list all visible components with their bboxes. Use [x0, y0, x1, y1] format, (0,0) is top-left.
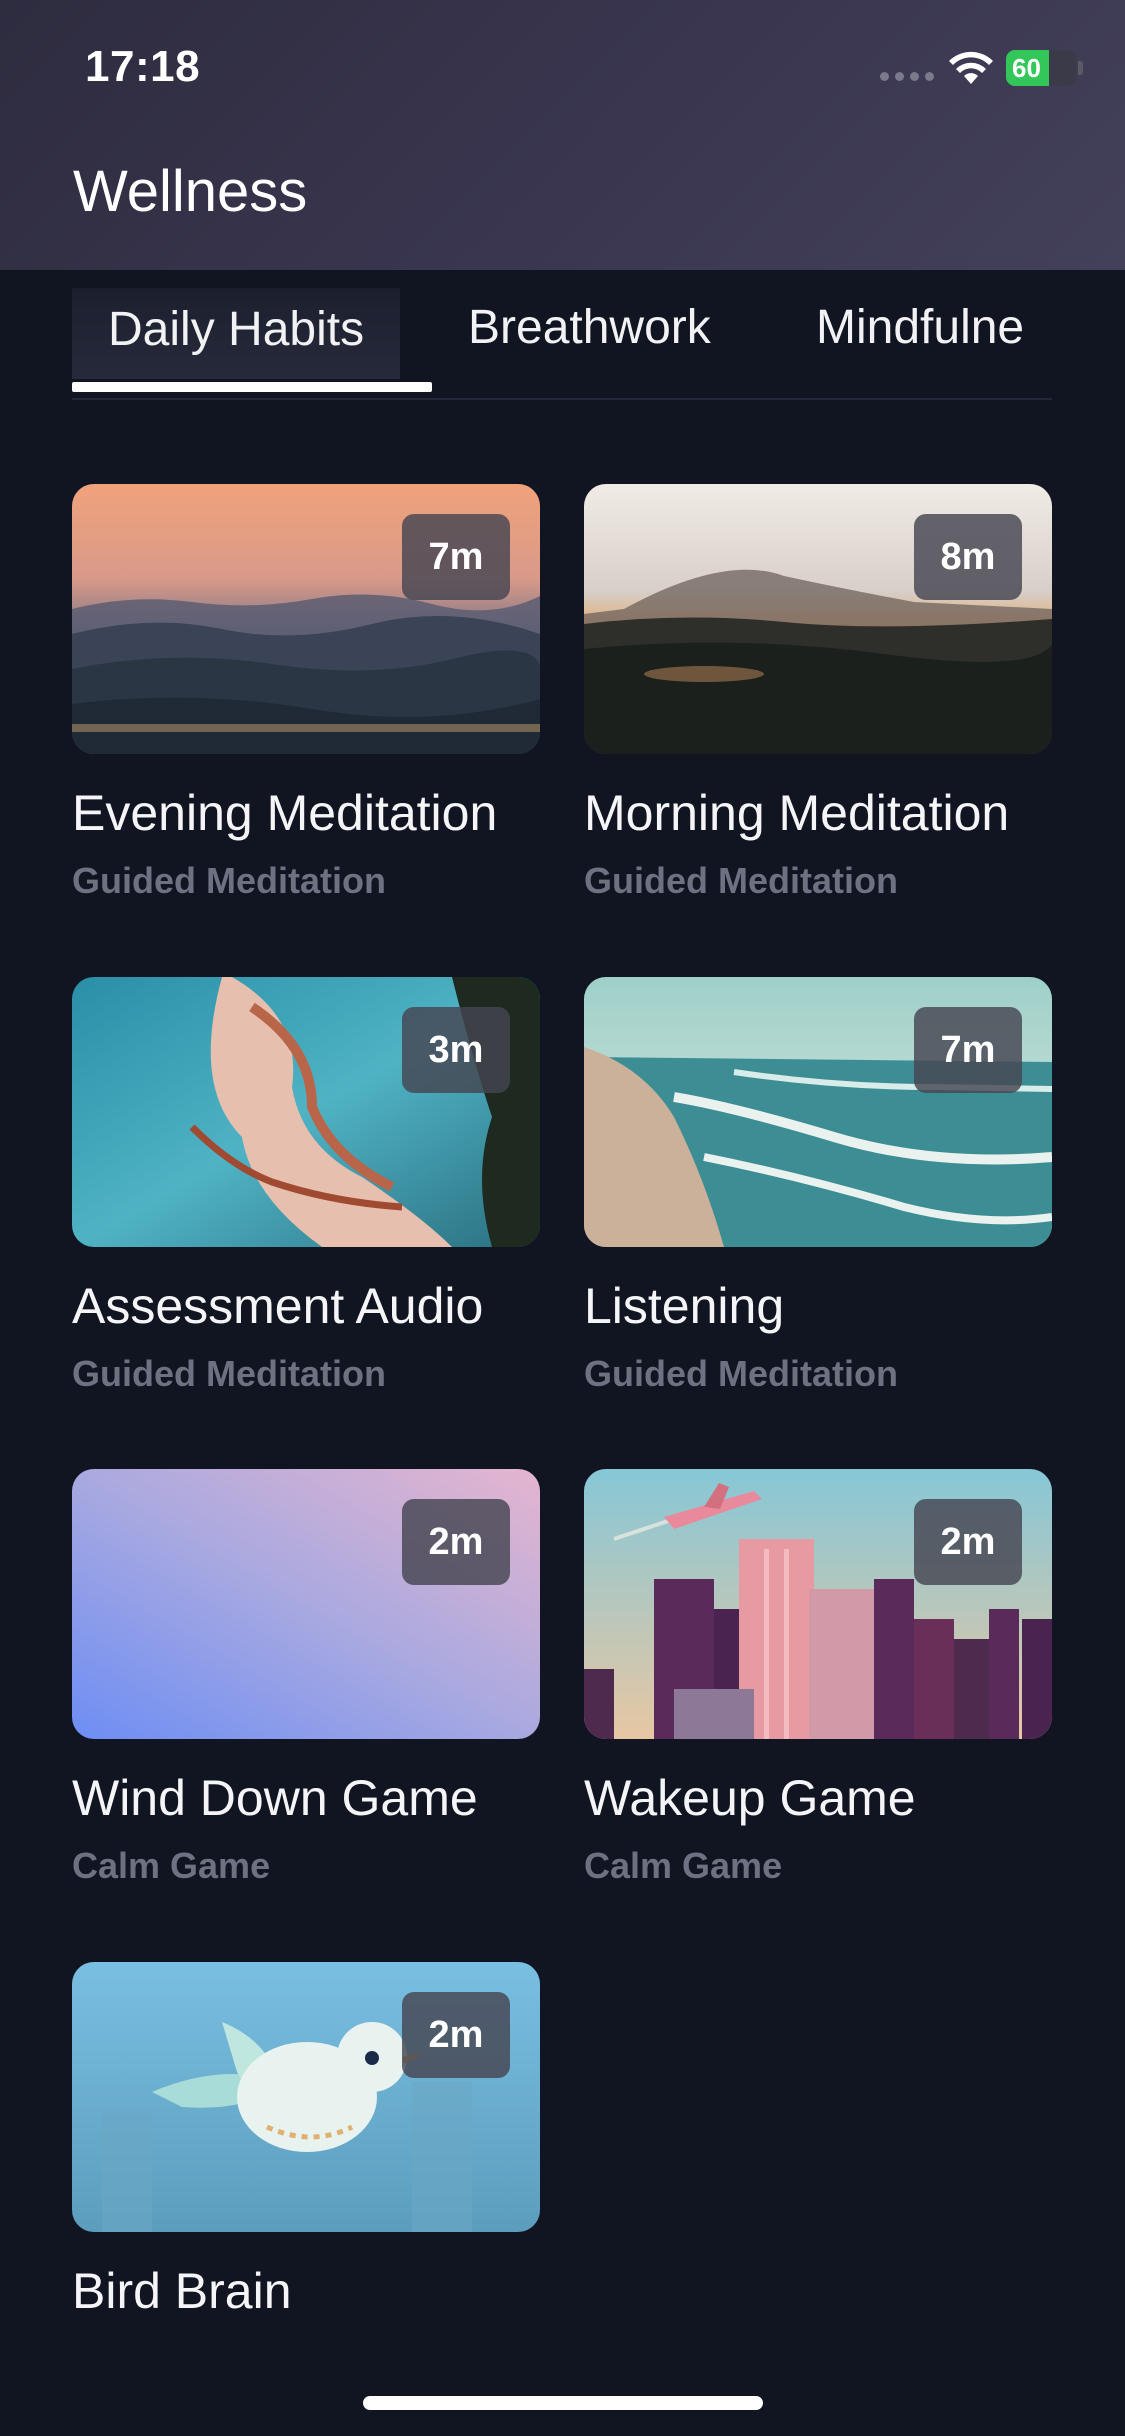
- card-subtitle: Calm Game: [584, 1845, 783, 1886]
- card-thumbnail: 2m: [72, 1469, 540, 1739]
- status-time: 17:18: [85, 42, 201, 91]
- card-title: Morning Meditation: [584, 785, 1010, 841]
- duration-badge: 2m: [402, 1992, 510, 2078]
- card-thumbnail: 8m: [584, 484, 1052, 754]
- content-card-wind-down-game[interactable]: 2m Wind Down Game Calm Game: [72, 1469, 540, 1887]
- card-title: Assessment Audio: [72, 1278, 484, 1334]
- card-subtitle: Guided Meditation: [72, 1353, 386, 1394]
- duration-badge: 2m: [402, 1499, 510, 1585]
- duration-badge: 8m: [914, 514, 1022, 600]
- duration-badge: 7m: [402, 514, 510, 600]
- tab-breathwork[interactable]: Breathwork: [468, 300, 711, 355]
- battery-percentage: 60: [1012, 53, 1041, 83]
- category-tabs: Daily Habits Breathwork Mindfulne: [72, 270, 1052, 400]
- duration-badge: 2m: [914, 1499, 1022, 1585]
- card-title: Bird Brain: [72, 2263, 292, 2319]
- content-card-bird-brain[interactable]: 2m Bird Brain: [72, 1962, 540, 2320]
- card-thumbnail: 2m: [72, 1962, 540, 2232]
- content-card-morning-meditation[interactable]: 8m Morning Meditation Guided Meditation: [584, 484, 1052, 902]
- active-tab-indicator: [72, 382, 432, 392]
- content-card-evening-meditation[interactable]: 7m Evening Meditation Guided Meditation: [72, 484, 540, 902]
- card-title: Wind Down Game: [72, 1770, 478, 1826]
- card-thumbnail: 2m: [584, 1469, 1052, 1739]
- page-title: Wellness: [73, 159, 308, 224]
- card-thumbnail: 7m: [584, 977, 1052, 1247]
- content-card-listening[interactable]: 7m Listening Guided Meditation: [584, 977, 1052, 1395]
- content-card-wakeup-game[interactable]: 2m Wakeup Game Calm Game: [584, 1469, 1052, 1887]
- battery-icon: 60: [1006, 50, 1076, 86]
- card-title: Evening Meditation: [72, 785, 498, 841]
- cellular-signal-icon: [880, 72, 934, 81]
- card-subtitle: Guided Meditation: [72, 860, 386, 901]
- tab-daily-habits[interactable]: Daily Habits: [72, 288, 401, 379]
- card-subtitle: Guided Meditation: [584, 1353, 898, 1394]
- card-title: Listening: [584, 1278, 785, 1334]
- duration-badge: 3m: [402, 1007, 510, 1093]
- card-thumbnail: 7m: [72, 484, 540, 754]
- tab-mindfulness[interactable]: Mindfulne: [816, 300, 1024, 355]
- card-subtitle: Guided Meditation: [584, 860, 898, 901]
- wifi-icon: [948, 50, 994, 86]
- header: 17:18 60 Wellness: [0, 0, 1125, 270]
- duration-badge: 7m: [914, 1007, 1022, 1093]
- home-indicator[interactable]: [363, 2396, 763, 2410]
- card-title: Wakeup Game: [584, 1770, 916, 1826]
- card-thumbnail: 3m: [72, 977, 540, 1247]
- card-subtitle: Calm Game: [72, 1845, 271, 1886]
- content-card-assessment-audio[interactable]: 3m Assessment Audio Guided Meditation: [72, 977, 540, 1395]
